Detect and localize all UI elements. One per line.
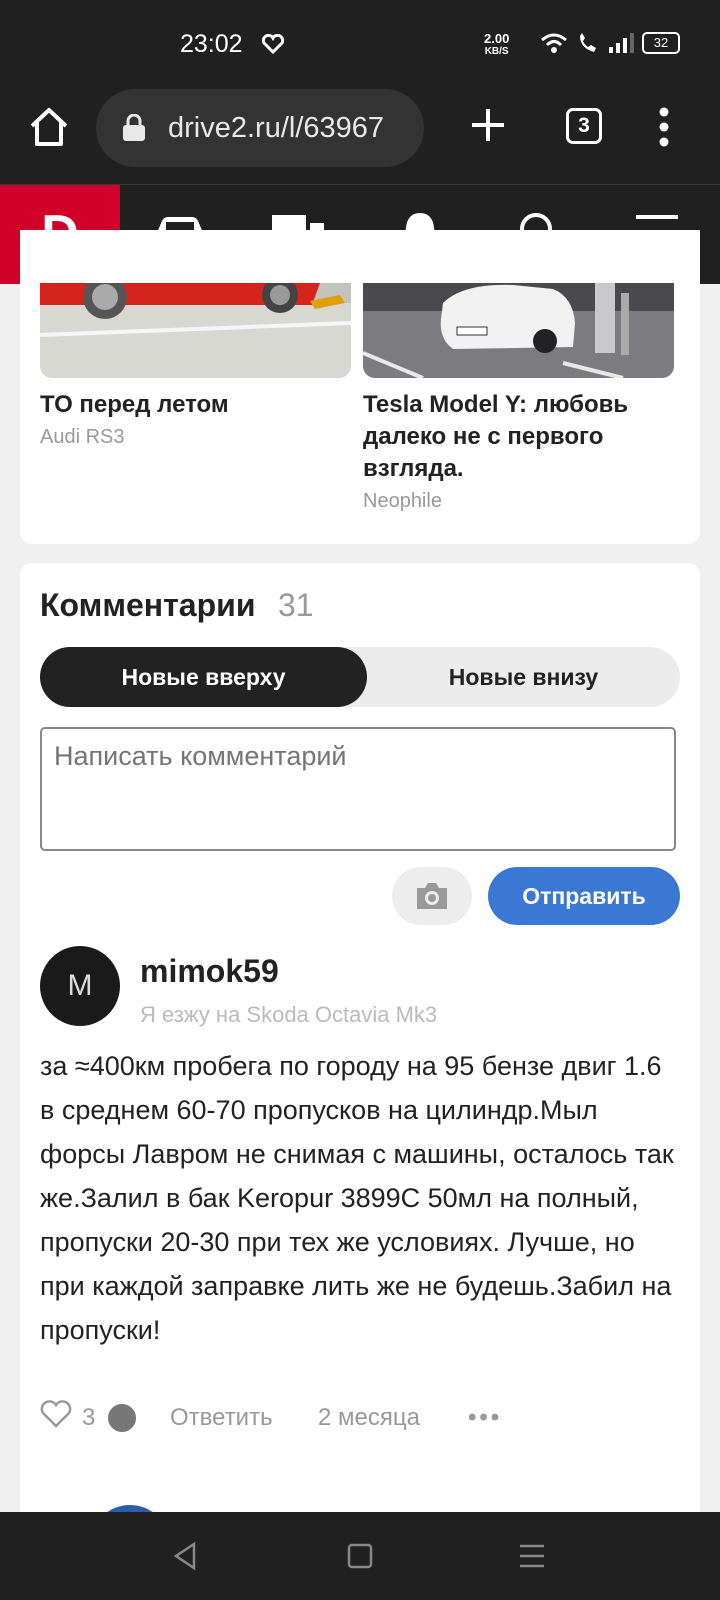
url-text: drive2.ru/l/63967 [168,112,385,144]
heart-like-icon[interactable] [40,1400,72,1428]
home-icon[interactable] [28,106,70,148]
send-comment-button[interactable]: Отправить [488,867,680,925]
wifi-icon [541,33,567,53]
related-articles-card: ТО перед летом Audi RS3 Tesla Model Y: л… [20,230,700,544]
sort-newest-first-button[interactable]: Новые вверху [40,647,367,707]
system-nav-bar [0,1512,720,1600]
comments-section: Комментарии 31 Новые вверху Новые внизу … [20,563,700,1585]
article-author[interactable]: Neophile [363,490,442,513]
back-icon[interactable] [170,1540,202,1572]
article-title[interactable]: Tesla Model Y: любовь далеко не с первог… [363,389,674,485]
comment-text: за ≈400км пробега по городу на 95 бензе … [40,1051,674,1345]
battery-indicator: 32 [642,32,680,54]
comments-title: Комментарии [40,587,256,623]
avatar[interactable]: M [40,946,120,1026]
reply-button[interactable]: Ответить [170,1404,273,1432]
home-square-icon[interactable] [344,1540,376,1572]
comment-username[interactable]: mimok59 [140,953,279,990]
comment-input[interactable] [40,727,676,851]
sort-oldest-first-button[interactable]: Новые внизу [367,647,680,707]
article-author[interactable]: Audi RS3 [40,426,125,449]
tab-switcher-button[interactable]: 3 [566,108,602,144]
like-count: 3 [82,1404,96,1431]
status-icons: 32 [540,32,680,54]
new-tab-icon[interactable] [468,105,508,145]
article-title[interactable]: ТО перед летом [40,389,351,421]
network-speed: 2.00 KB/S [484,31,510,57]
recents-icon[interactable] [516,1540,548,1572]
browser-toolbar: drive2.ru/l/63967 3 [0,88,720,185]
liker-avatar[interactable] [106,1402,138,1434]
comment-sort-toggle: Новые вверху Новые внизу [40,647,680,707]
tesla-photo [363,283,674,378]
lock-icon [123,114,145,141]
audi-photo [40,283,351,378]
comment-actions: 3 Ответить 2 месяца ••• [40,1398,680,1438]
status-bar: 23:02 2.00 KB/S 32 [0,0,720,88]
wifi-call-icon [580,33,596,52]
signal-icon [609,33,634,53]
attach-photo-button[interactable] [392,867,472,925]
more-vert-icon[interactable] [652,106,676,148]
status-time: 23:02 [180,30,243,58]
comment-user-car[interactable]: Я езжу на Skoda Octavia Mk3 [140,1002,437,1028]
heart-health-icon [262,34,284,54]
article-thumbnail-audi[interactable] [40,283,351,378]
address-bar[interactable]: drive2.ru/l/63967 [96,89,424,167]
comments-count: 31 [278,587,314,623]
comment-timestamp: 2 месяца [318,1404,420,1431]
article-thumbnail-tesla[interactable] [363,283,674,378]
avatar-letter: M [67,969,93,1002]
more-options-icon[interactable]: ••• [468,1404,502,1432]
camera-icon [417,883,447,909]
